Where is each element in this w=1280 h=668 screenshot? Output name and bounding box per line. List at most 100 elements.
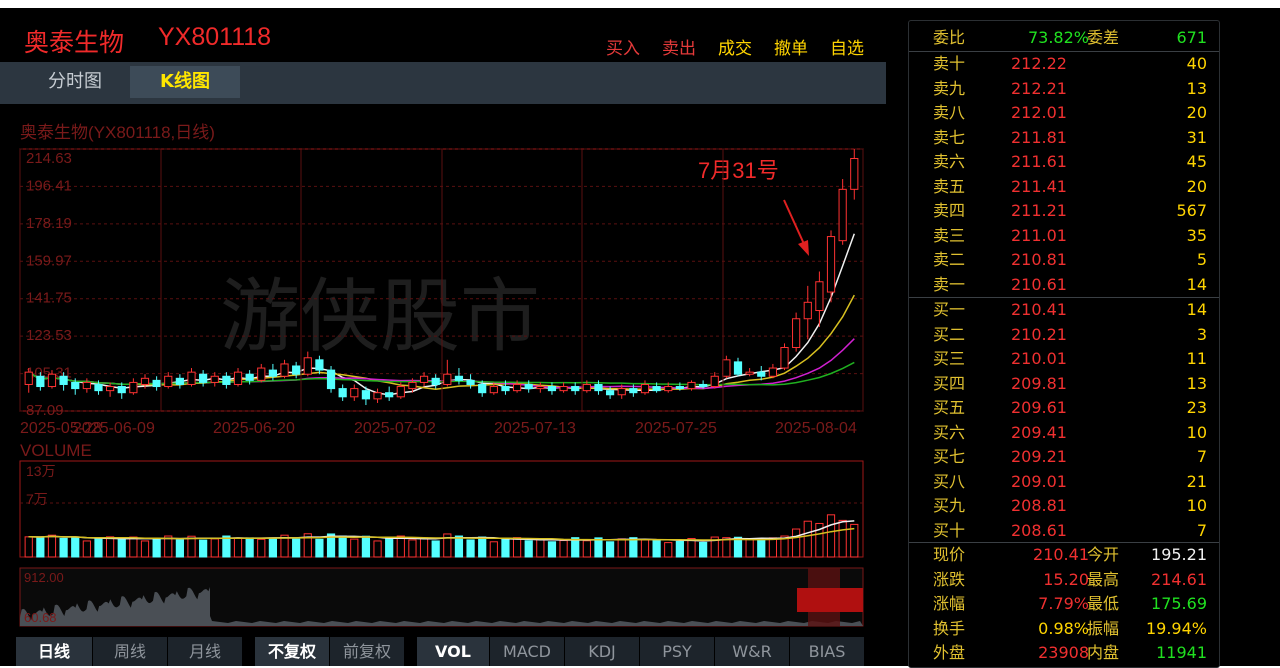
bid-level-row[interactable]: 买十 208.61 7 bbox=[909, 519, 1219, 544]
candle-body bbox=[466, 379, 475, 385]
level-volume: 14 bbox=[1186, 300, 1207, 319]
stock-name: 奥泰生物 bbox=[24, 28, 125, 57]
bid-level-row[interactable]: 买一 210.41 14 bbox=[909, 298, 1219, 323]
stat-value: 175.69 bbox=[1151, 594, 1207, 613]
stock-code: YX801118 bbox=[158, 23, 272, 51]
ask-level-row[interactable]: 卖八 212.01 20 bbox=[909, 101, 1219, 126]
candle-body bbox=[617, 388, 626, 396]
forward-adjust-button[interactable]: 前复权 bbox=[330, 637, 405, 666]
bid-level-row[interactable]: 买九 208.81 10 bbox=[909, 494, 1219, 519]
kline-chart[interactable]: 奥泰生物(YX801118,日线) 游侠股市 214.63 196.41 178.1… bbox=[0, 104, 886, 634]
period-weekly-button[interactable]: 周线 bbox=[93, 637, 168, 666]
volume-bar bbox=[536, 539, 545, 558]
bid-level-row[interactable]: 买八 209.01 21 bbox=[909, 470, 1219, 495]
ask-level-row[interactable]: 卖三 211.01 35 bbox=[909, 224, 1219, 249]
bid-level-row[interactable]: 买七 209.21 7 bbox=[909, 445, 1219, 470]
bid-level-row[interactable]: 买三 210.01 11 bbox=[909, 347, 1219, 372]
volume-bar bbox=[24, 536, 33, 558]
y-tick-label: 87.09 bbox=[26, 402, 64, 419]
ask-level-row[interactable]: 卖五 211.41 20 bbox=[909, 175, 1219, 200]
level-volume: 35 bbox=[1186, 225, 1207, 245]
sell-button[interactable]: 卖出 bbox=[662, 34, 696, 59]
ask-level-row[interactable]: 卖九 212.21 13 bbox=[909, 77, 1219, 102]
volume-bar bbox=[512, 537, 522, 558]
watchlist-button[interactable]: 自选 bbox=[830, 34, 864, 59]
stat-value: 11941 bbox=[1156, 643, 1207, 662]
candle-body bbox=[792, 318, 801, 349]
candle-body bbox=[501, 386, 510, 392]
stat-label: 外盘 bbox=[933, 643, 966, 662]
ask-level-row[interactable]: 卖四 211.21 567 bbox=[909, 199, 1219, 224]
bid-level-row[interactable]: 买四 209.81 13 bbox=[909, 372, 1219, 397]
candle-body bbox=[699, 383, 708, 388]
indicator-vol-button[interactable]: VOL bbox=[417, 637, 490, 666]
level-label: 卖三 bbox=[933, 225, 966, 245]
level-price: 210.01 bbox=[1011, 349, 1067, 368]
no-adjust-button[interactable]: 不复权 bbox=[255, 637, 330, 666]
quote-stat-row: 涨幅 7.79% 最低 175.69 bbox=[909, 592, 1219, 617]
volume-bar bbox=[803, 520, 812, 558]
level-volume: 10 bbox=[1186, 496, 1207, 515]
buy-button[interactable]: 买入 bbox=[606, 34, 640, 59]
level-price: 211.61 bbox=[1011, 152, 1067, 171]
candle-body bbox=[361, 390, 371, 400]
level-price: 210.21 bbox=[1011, 324, 1067, 344]
level-price: 212.21 bbox=[1011, 78, 1067, 98]
volume-bar bbox=[826, 514, 836, 558]
ask-level-row[interactable]: 卖七 211.81 31 bbox=[909, 126, 1219, 151]
ask-level-row[interactable]: 卖十 212.22 40 bbox=[909, 52, 1219, 77]
candle-body bbox=[222, 375, 231, 385]
period-daily-button[interactable]: 日线 bbox=[16, 637, 93, 666]
volume-bar bbox=[629, 537, 638, 558]
level-volume: 10 bbox=[1186, 422, 1207, 442]
level-price: 209.61 bbox=[1011, 398, 1067, 417]
volume-bar bbox=[757, 539, 766, 558]
volume-bar bbox=[233, 537, 243, 558]
candle-body bbox=[838, 188, 847, 242]
level-price: 210.61 bbox=[1011, 274, 1067, 294]
level-label: 卖八 bbox=[933, 103, 966, 122]
ask-level-row[interactable]: 卖一 210.61 14 bbox=[909, 273, 1219, 298]
level-price: 211.81 bbox=[1011, 127, 1067, 147]
candle-body bbox=[571, 386, 580, 392]
candle-body bbox=[803, 301, 812, 320]
candle-body bbox=[733, 361, 743, 375]
volume-bar bbox=[489, 541, 498, 558]
volume-bar bbox=[478, 536, 487, 558]
candle-body bbox=[396, 386, 405, 398]
ask-level-row[interactable]: 卖六 211.61 45 bbox=[909, 150, 1219, 175]
overview-low-label: 60.68 bbox=[24, 610, 57, 625]
bid-level-row[interactable]: 买六 209.41 10 bbox=[909, 421, 1219, 446]
bid-level-row[interactable]: 买二 210.21 3 bbox=[909, 323, 1219, 348]
indicator-psy-button[interactable]: PSY bbox=[640, 637, 715, 666]
indicator-macd-button[interactable]: MACD bbox=[490, 637, 565, 666]
chart-tabs: 分时图 K线图 bbox=[0, 62, 886, 104]
indicator-bias-button[interactable]: BIAS bbox=[790, 637, 865, 666]
vol-tick-7: 7万 bbox=[26, 491, 48, 507]
candle-body bbox=[47, 373, 57, 388]
ask-level-row[interactable]: 卖二 210.81 5 bbox=[909, 248, 1219, 273]
cancel-order-button[interactable]: 撤单 bbox=[774, 34, 808, 59]
level-volume: 23 bbox=[1186, 398, 1207, 417]
overview-window-handle[interactable] bbox=[797, 588, 863, 612]
volume-bar bbox=[617, 538, 626, 558]
level-price: 211.21 bbox=[1011, 201, 1067, 220]
candle-body bbox=[710, 375, 719, 388]
level-label: 买六 bbox=[933, 422, 966, 442]
indicator-kdj-button[interactable]: KDJ bbox=[565, 637, 640, 666]
deals-button[interactable]: 成交 bbox=[718, 34, 752, 59]
bid-level-row[interactable]: 买五 209.61 23 bbox=[909, 396, 1219, 421]
level-label: 买三 bbox=[933, 349, 966, 368]
indicator-wr-button[interactable]: W&R bbox=[715, 637, 790, 666]
tab-intraday[interactable]: 分时图 bbox=[20, 66, 130, 98]
candle-body bbox=[233, 371, 243, 385]
volume-bar bbox=[257, 538, 266, 558]
stat-value: 19.94% bbox=[1145, 618, 1207, 638]
candle-body bbox=[443, 373, 452, 385]
candle-body bbox=[419, 375, 429, 383]
tab-kline[interactable]: K线图 bbox=[130, 66, 240, 98]
candle-body bbox=[454, 375, 464, 381]
period-monthly-button[interactable]: 月线 bbox=[168, 637, 243, 666]
stat-label: 最高 bbox=[1087, 569, 1120, 589]
stat-value: 15.20 bbox=[1043, 569, 1089, 589]
